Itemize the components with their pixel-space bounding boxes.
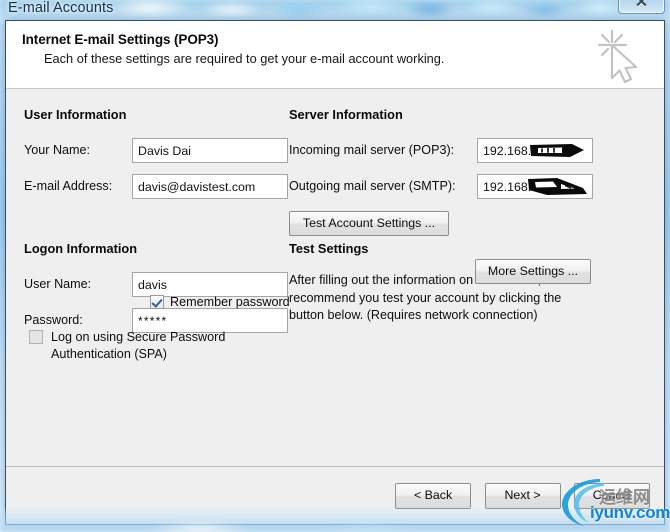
logon-information-title: Logon Information — [24, 241, 138, 256]
window-title: E-mail Accounts — [8, 0, 114, 16]
password-label: Password: — [24, 313, 83, 327]
test-settings-title: Test Settings — [289, 241, 369, 256]
outgoing-server-input[interactable] — [477, 174, 593, 199]
your-name-label: Your Name: — [24, 143, 91, 157]
outgoing-server-label: Outgoing mail server (SMTP): — [289, 179, 456, 193]
user-name-input[interactable] — [132, 272, 288, 297]
email-address-row: E-mail Address: — [24, 174, 294, 201]
more-settings-button[interactable]: More Settings ... — [475, 259, 591, 284]
close-icon: ✕ — [634, 0, 649, 11]
user-information-title: User Information — [24, 107, 127, 122]
remember-password-checkbox-row[interactable]: Remember password — [150, 295, 290, 309]
test-account-settings-button[interactable]: Test Account Settings ... — [289, 211, 449, 236]
spa-checkbox-row[interactable]: Log on using Secure Password Authenticat… — [29, 329, 264, 363]
spa-label-line1: Log on using Secure Password — [51, 330, 226, 344]
email-address-label: E-mail Address: — [24, 179, 113, 193]
back-button[interactable]: < Back — [395, 483, 472, 509]
navigation-buttons: < Back Next > Cancel — [386, 483, 650, 509]
page-subtitle: Each of these settings are required to g… — [44, 51, 445, 66]
incoming-server-row: Incoming mail server (POP3): — [289, 138, 654, 165]
remember-password-label: Remember password — [170, 295, 290, 309]
server-information-title: Server Information — [289, 107, 403, 122]
spa-checkbox[interactable] — [29, 330, 43, 344]
your-name-input[interactable] — [132, 138, 288, 163]
close-button[interactable]: ✕ — [618, 0, 665, 14]
desktop-backdrop: E-mail Accounts ✕ Internet E-mail Settin… — [0, 0, 670, 532]
right-column: Server Information Incoming mail server … — [289, 107, 654, 325]
aero-bottom-glow — [0, 510, 670, 532]
cursor-sparkle-icon — [597, 29, 638, 84]
dialog-header: Internet E-mail Settings (POP3) Each of … — [6, 21, 664, 89]
email-accounts-dialog: Internet E-mail Settings (POP3) Each of … — [5, 20, 665, 525]
your-name-row: Your Name: — [24, 138, 294, 165]
left-column: User Information Your Name: E-mail Addre… — [24, 107, 294, 361]
remember-password-checkbox[interactable] — [150, 295, 164, 309]
page-title: Internet E-mail Settings (POP3) — [22, 32, 219, 47]
spa-label-line2: Authentication (SPA) — [51, 347, 167, 361]
incoming-server-input[interactable] — [477, 138, 593, 163]
email-address-input[interactable] — [132, 174, 288, 199]
incoming-server-label: Incoming mail server (POP3): — [289, 143, 455, 157]
next-button[interactable]: Next > — [484, 483, 561, 509]
user-name-label: User Name: — [24, 277, 92, 291]
outgoing-server-row: Outgoing mail server (SMTP): — [289, 174, 654, 201]
cancel-button[interactable]: Cancel — [574, 483, 650, 509]
dialog-body: User Information Your Name: E-mail Addre… — [6, 89, 664, 467]
